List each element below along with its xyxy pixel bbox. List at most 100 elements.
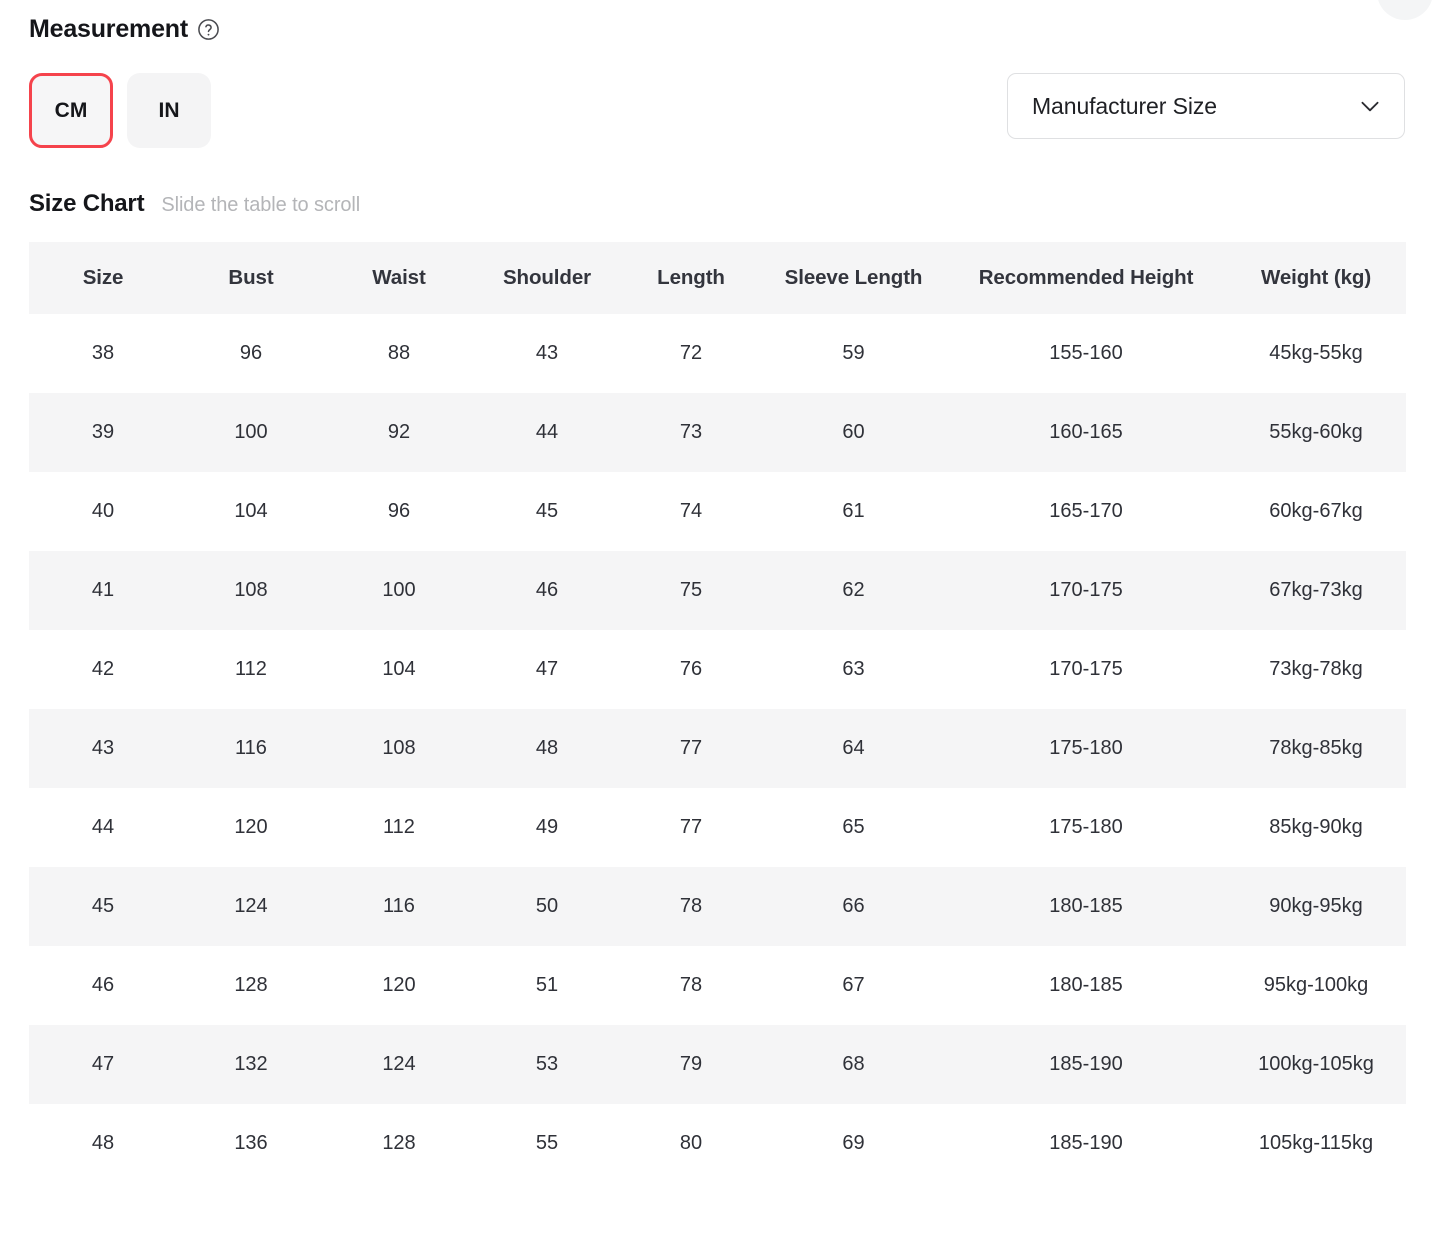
size-chart-table: Size Bust Waist Shoulder Length Sleeve L… xyxy=(29,242,1406,1183)
cell-height: 180-185 xyxy=(946,867,1226,946)
cell-weight: 60kg-67kg xyxy=(1269,500,1363,522)
cell-bust: 100 xyxy=(177,393,325,472)
cell-sleeve: 63 xyxy=(842,658,865,680)
cell-size: 44 xyxy=(91,816,115,838)
cell-size: 47 xyxy=(29,1025,177,1104)
size-type-selected-value: Manufacturer Size xyxy=(1032,92,1217,119)
size-chart-scroll-hint: Slide the table to scroll xyxy=(161,194,361,216)
cell-waist: 120 xyxy=(382,974,416,996)
cell-shoulder: 48 xyxy=(473,709,621,788)
table-row: 47 132 124 53 79 68 185-190 100kg-105kg xyxy=(29,1025,1406,1104)
size-type-dropdown[interactable]: Manufacturer Size xyxy=(1007,73,1405,139)
size-table-body: 38 96 88 43 72 59 155-160 45kg-55kg 39 1… xyxy=(29,314,1406,1183)
table-row: 46 128 120 51 78 67 180-185 95kg-100kg xyxy=(29,946,1406,1025)
size-chart-section: Size Chart Slide the table to scroll Siz… xyxy=(0,190,1445,1183)
table-row: 38 96 88 43 72 59 155-160 45kg-55kg xyxy=(29,314,1406,393)
cell-waist: 104 xyxy=(382,658,416,680)
cell-size: 40 xyxy=(91,500,115,522)
cell-waist: 124 xyxy=(325,1025,473,1104)
cell-shoulder: 47 xyxy=(535,658,559,680)
size-chart-header: Size Chart Slide the table to scroll xyxy=(29,190,1445,218)
cell-bust: 124 xyxy=(177,867,325,946)
table-header-row: Size Bust Waist Shoulder Length Sleeve L… xyxy=(29,242,1406,314)
cell-length: 77 xyxy=(621,709,761,788)
cell-size: 48 xyxy=(91,1132,115,1154)
cell-sleeve: 59 xyxy=(842,342,865,364)
cell-sleeve: 67 xyxy=(842,974,865,996)
cell-bust: 136 xyxy=(234,1132,268,1154)
cell-height: 185-190 xyxy=(1049,1132,1123,1154)
size-table-head: Size Bust Waist Shoulder Length Sleeve L… xyxy=(29,242,1406,314)
column-header-sleeve-length: Sleeve Length xyxy=(761,242,946,314)
cell-size: 46 xyxy=(91,974,115,996)
cell-waist: 112 xyxy=(383,816,415,838)
cell-height: 160-165 xyxy=(946,393,1226,472)
table-row: 44 120 112 49 77 65 175-180 85kg-90kg xyxy=(29,788,1406,867)
cell-length: 72 xyxy=(679,342,703,364)
measurement-header: Measurement xyxy=(29,0,1445,46)
cell-bust: 128 xyxy=(234,974,268,996)
column-header-bust: Bust xyxy=(177,242,325,314)
cell-weight: 73kg-78kg xyxy=(1269,658,1363,680)
measurement-title: Measurement xyxy=(29,14,188,43)
cell-size: 41 xyxy=(29,551,177,630)
measurement-section: Measurement CM IN Manufacturer Size xyxy=(0,0,1445,148)
cell-sleeve: 64 xyxy=(761,709,946,788)
cell-size: 38 xyxy=(91,342,115,364)
cell-waist: 96 xyxy=(387,500,411,522)
chevron-down-icon xyxy=(1357,93,1383,119)
cell-shoulder: 50 xyxy=(473,867,621,946)
cell-weight: 95kg-100kg xyxy=(1263,974,1369,996)
cell-sleeve: 69 xyxy=(842,1132,865,1154)
cell-sleeve: 65 xyxy=(842,816,865,838)
cell-shoulder: 49 xyxy=(535,816,559,838)
cell-weight: 100kg-105kg xyxy=(1226,1025,1406,1104)
column-header-shoulder: Shoulder xyxy=(473,242,621,314)
cell-waist: 100 xyxy=(325,551,473,630)
cell-shoulder: 51 xyxy=(535,974,559,996)
cell-bust: 112 xyxy=(235,658,267,680)
cell-waist: 88 xyxy=(387,342,411,364)
cell-bust: 120 xyxy=(234,816,268,838)
cell-weight: 105kg-115kg xyxy=(1258,1132,1374,1154)
cell-waist: 128 xyxy=(382,1132,416,1154)
unit-button-cm[interactable]: CM xyxy=(29,73,113,148)
unit-button-in[interactable]: IN xyxy=(127,73,211,148)
cell-length: 75 xyxy=(621,551,761,630)
cell-sleeve: 61 xyxy=(842,500,865,522)
cell-height: 155-160 xyxy=(1049,342,1123,364)
cell-shoulder: 46 xyxy=(473,551,621,630)
cell-bust: 132 xyxy=(177,1025,325,1104)
table-row: 45 124 116 50 78 66 180-185 90kg-95kg xyxy=(29,867,1406,946)
cell-height: 170-175 xyxy=(1049,658,1123,680)
cell-weight: 55kg-60kg xyxy=(1226,393,1406,472)
cell-weight: 45kg-55kg xyxy=(1269,342,1363,364)
cell-size: 45 xyxy=(29,867,177,946)
size-chart-title: Size Chart xyxy=(29,190,145,217)
column-header-length: Length xyxy=(621,242,761,314)
cell-sleeve: 62 xyxy=(761,551,946,630)
cell-waist: 116 xyxy=(325,867,473,946)
cell-height: 185-190 xyxy=(946,1025,1226,1104)
cell-length: 76 xyxy=(679,658,703,680)
cell-size: 43 xyxy=(29,709,177,788)
cell-height: 170-175 xyxy=(946,551,1226,630)
cell-bust: 96 xyxy=(239,342,263,364)
cell-shoulder: 45 xyxy=(535,500,559,522)
cell-length: 80 xyxy=(679,1132,703,1154)
cell-weight: 67kg-73kg xyxy=(1226,551,1406,630)
cell-length: 77 xyxy=(679,816,703,838)
cell-waist: 92 xyxy=(325,393,473,472)
cell-height: 165-170 xyxy=(1049,500,1123,522)
table-row: 43 116 108 48 77 64 175-180 78kg-85kg xyxy=(29,709,1406,788)
column-header-size: Size xyxy=(29,242,177,314)
column-header-weight: Weight (kg) xyxy=(1226,242,1406,314)
question-mark-circle-icon[interactable] xyxy=(197,18,220,41)
cell-bust: 108 xyxy=(177,551,325,630)
size-table-scroll-container[interactable]: Size Bust Waist Shoulder Length Sleeve L… xyxy=(29,242,1406,1183)
cell-size: 39 xyxy=(29,393,177,472)
cell-length: 78 xyxy=(621,867,761,946)
cell-bust: 104 xyxy=(234,500,268,522)
cell-shoulder: 55 xyxy=(535,1132,559,1154)
cell-length: 73 xyxy=(621,393,761,472)
